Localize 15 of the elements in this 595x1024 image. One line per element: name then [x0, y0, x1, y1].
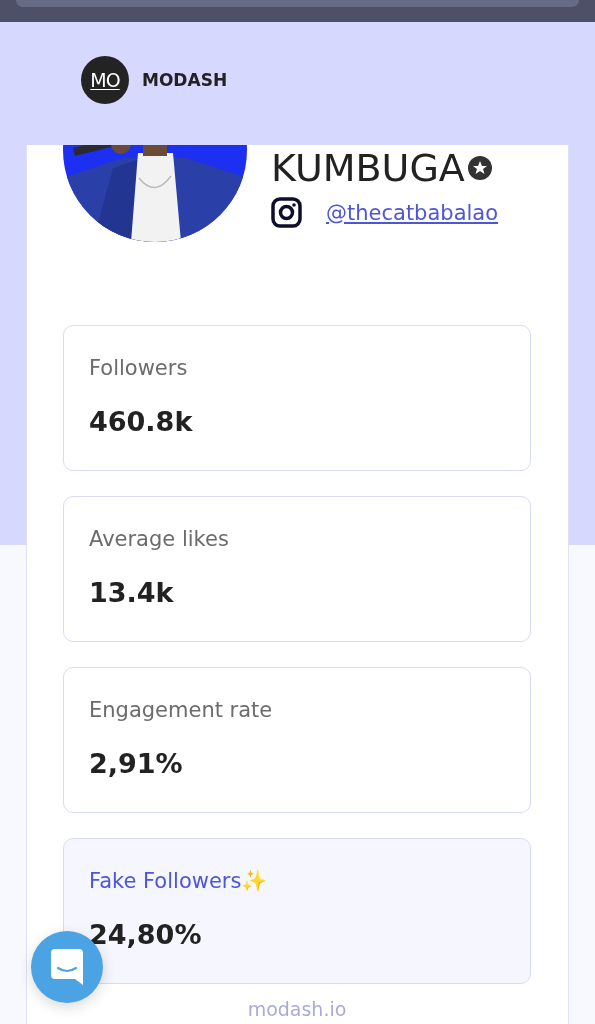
- profile-name: KUMBUGA: [271, 149, 465, 187]
- instagram-handle-link[interactable]: @thecatbabalao: [326, 200, 499, 225]
- instagram-icon: [271, 197, 302, 228]
- stat-label: Fake Followers✨: [89, 869, 269, 893]
- stat-value: 13.4k: [89, 577, 175, 608]
- stat-label: Engagement rate: [89, 698, 274, 722]
- logo[interactable]: MO: [81, 56, 129, 104]
- chat-icon: [51, 949, 83, 985]
- footer-text: modash.io: [246, 998, 348, 1020]
- stat-label: Average likes: [89, 527, 230, 551]
- brand-name: MODASH: [142, 70, 228, 90]
- stat-value: 2,91%: [89, 748, 184, 779]
- stat-value: 24,80%: [89, 919, 203, 950]
- stat-label: Followers: [89, 356, 189, 380]
- stat-value: 460.8k: [89, 406, 194, 437]
